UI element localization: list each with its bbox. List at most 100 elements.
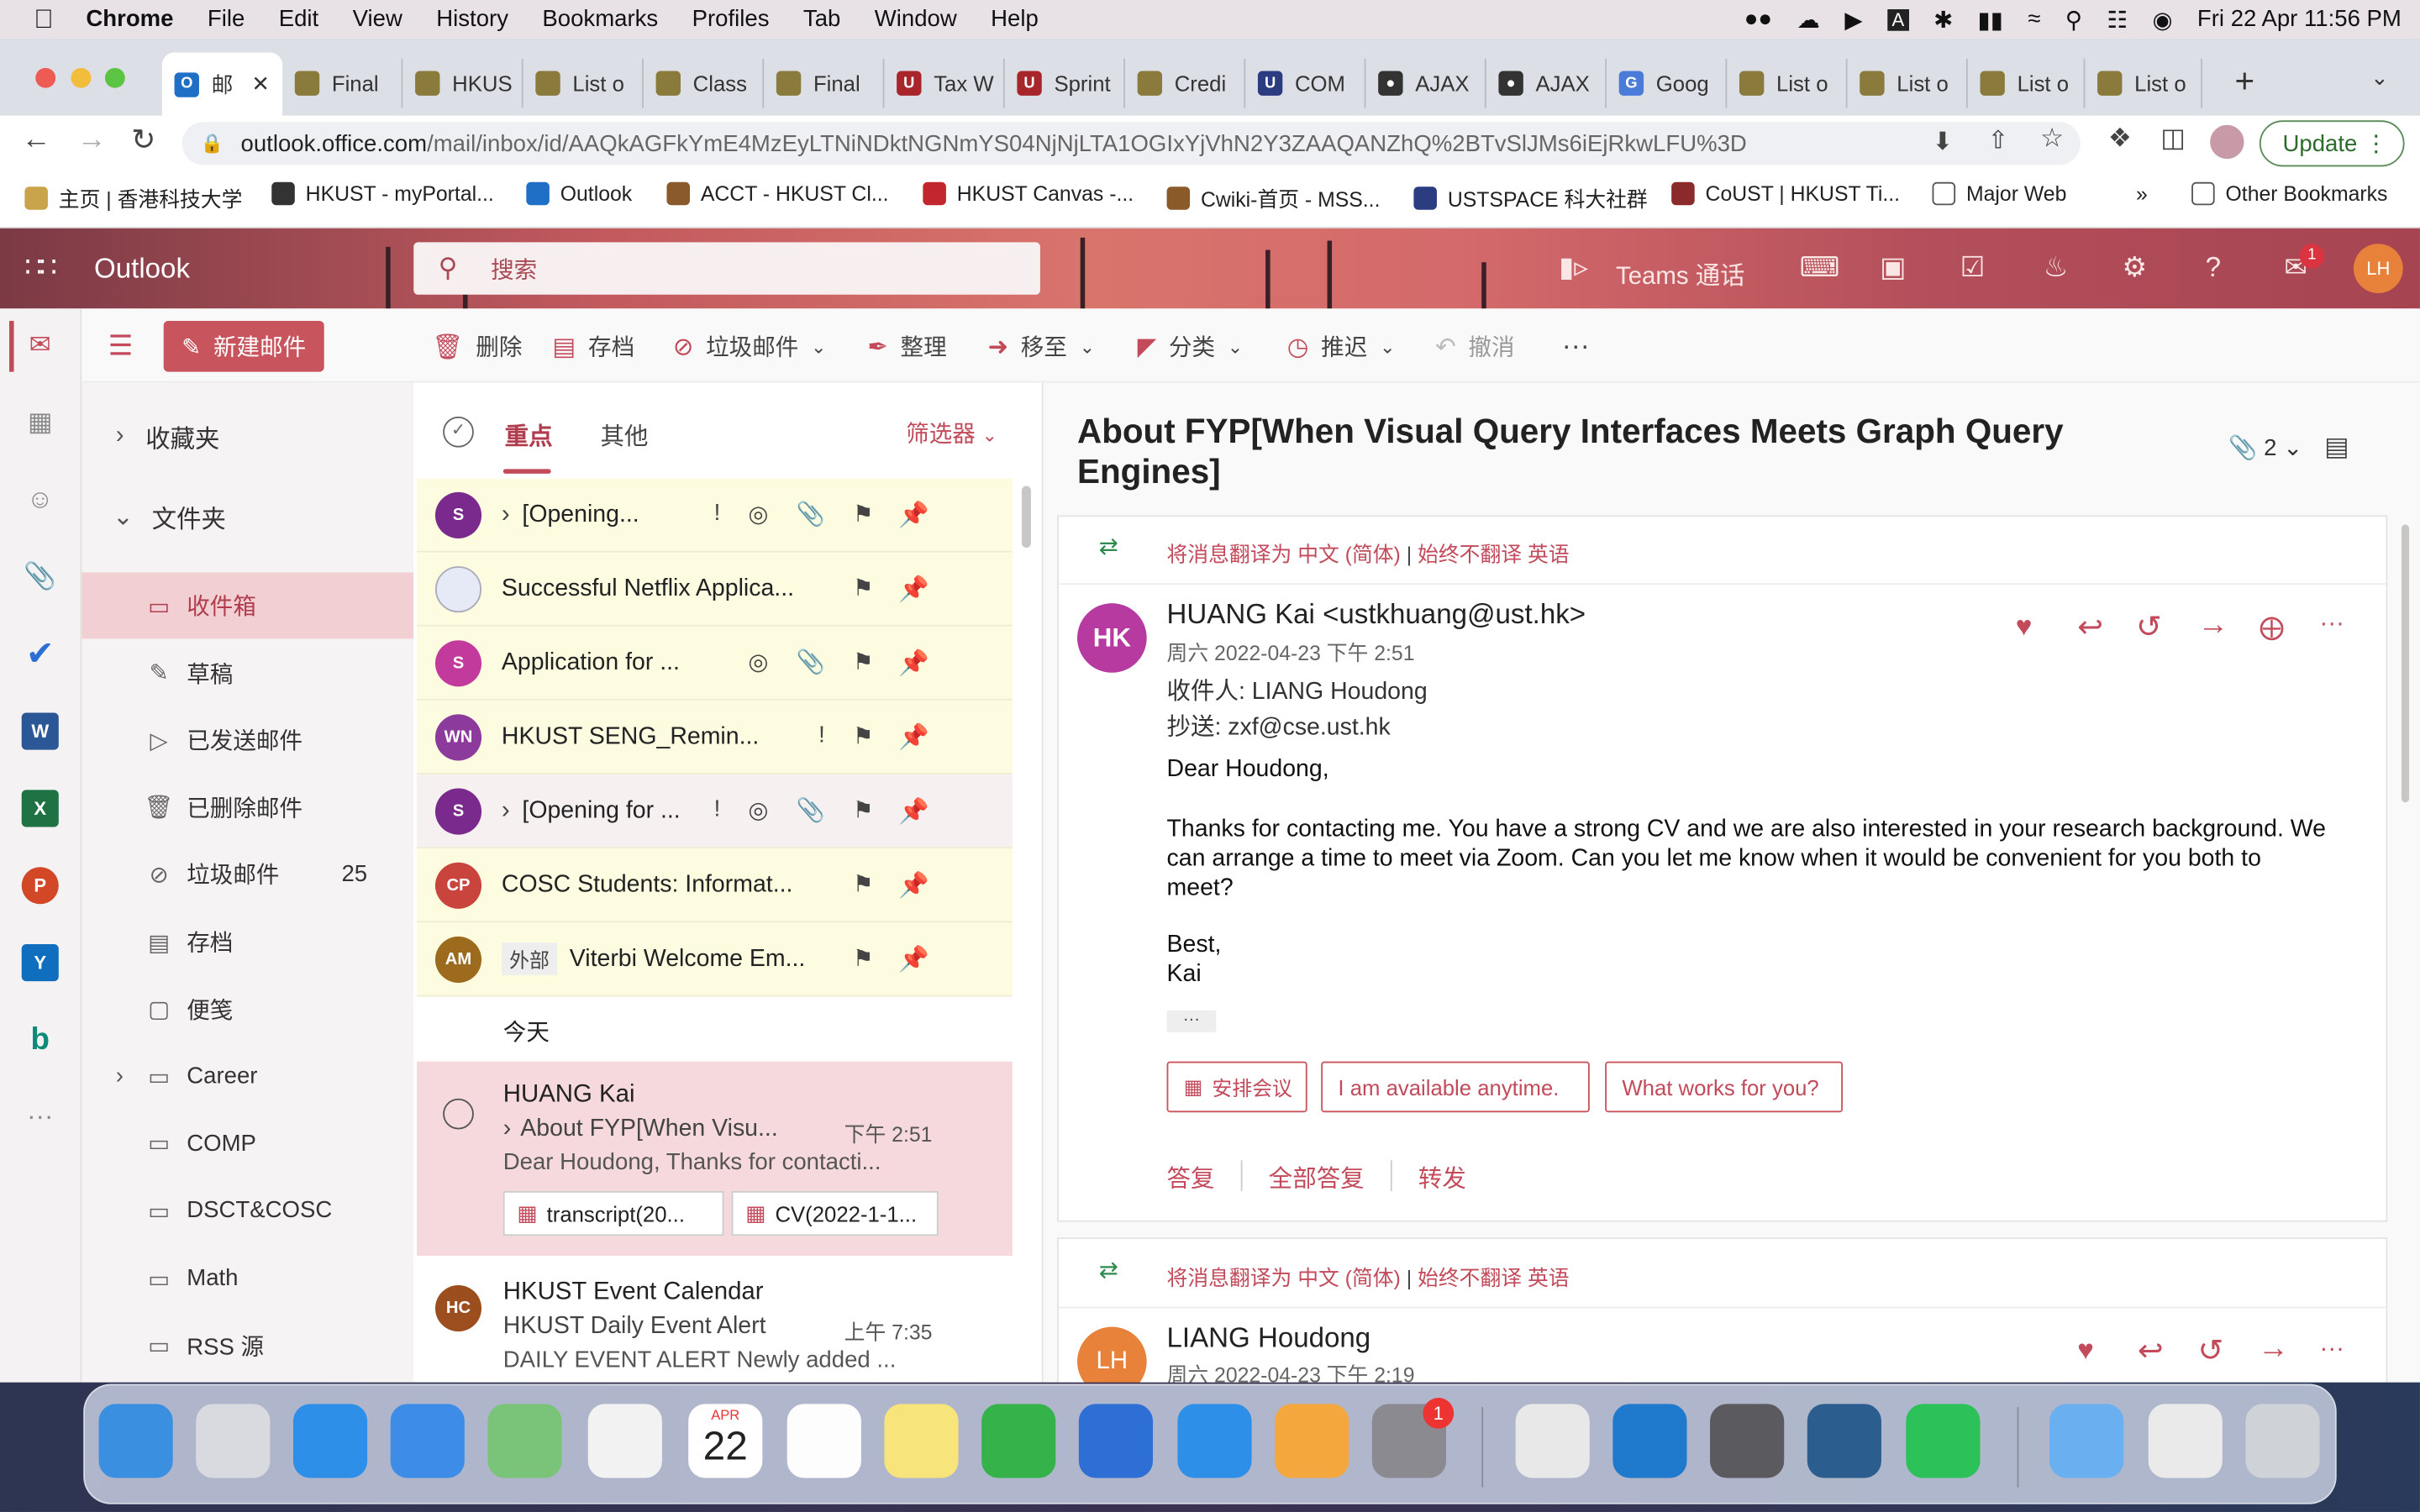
spotlight-icon[interactable]: ⚲ [2065, 5, 2082, 33]
like-icon[interactable]: ♥ [2016, 611, 2033, 643]
attachment-chip[interactable]: ▦ CV(2022-1-1... [731, 1190, 939, 1236]
browser-tab[interactable]: List o [1968, 58, 2086, 108]
trash-icon[interactable] [2245, 1404, 2320, 1478]
categorize-button[interactable]: ◤ 分类 ⌄ [1138, 330, 1244, 363]
update-button[interactable]: Update ⋮ [2259, 120, 2405, 167]
list-scrollbar[interactable] [1021, 486, 1031, 549]
menu-view[interactable]: View [335, 6, 419, 32]
word-icon[interactable]: W [21, 712, 59, 750]
tab-other[interactable]: 其他 [600, 418, 648, 452]
list-item[interactable]: Successful Netflix Applica... ⚑ 📌 [416, 552, 1013, 627]
chevron-right-icon[interactable]: › [502, 797, 510, 825]
move-button[interactable]: ➜ 移至 ⌄ [987, 330, 1095, 363]
flag-icon[interactable]: ⚑ [853, 796, 874, 824]
reply-icon[interactable]: ↩ [2138, 1331, 2164, 1370]
app-store-icon[interactable] [1177, 1404, 1252, 1478]
more-options-icon[interactable]: ··· [2320, 611, 2344, 638]
video-call-icon[interactable]: ▮▹ [1559, 251, 1588, 284]
sender-name[interactable]: LIANG Houdong [1167, 1322, 1371, 1355]
reply-all-link[interactable]: 全部答复 [1269, 1160, 1365, 1194]
tab-search-icon[interactable]: ⌄ [2370, 65, 2389, 91]
chat-icon[interactable]: ⌨ [1800, 251, 1840, 284]
menu-app[interactable]: Chrome [69, 6, 191, 32]
menubar-clock[interactable]: Fri 22 Apr 11:56 PM [2197, 6, 2402, 32]
bookmark-item[interactable]: USTSPACE 科大社群 [1413, 182, 1648, 213]
play-icon[interactable]: ▶ [1844, 5, 1862, 33]
chevron-right-icon[interactable]: › [502, 501, 510, 528]
delete-button[interactable]: 🗑 删除 [432, 330, 522, 363]
finder-icon[interactable] [98, 1404, 173, 1478]
junk-button[interactable]: ⊘ 垃圾邮件 ⌄ [673, 330, 827, 363]
list-item[interactable]: AM 外部 Viterbi Welcome Em... ⚑ 📌 [416, 922, 1013, 997]
forward-icon[interactable]: → [2258, 1331, 2289, 1367]
menu-edit[interactable]: Edit [262, 6, 336, 32]
wechat-icon[interactable] [1906, 1404, 1981, 1478]
menu-window[interactable]: Window [858, 6, 974, 32]
flag-icon[interactable]: ⚑ [853, 500, 874, 528]
sidepanel-icon[interactable]: ◫ [2160, 123, 2186, 155]
pin-icon[interactable]: 📌 [898, 722, 929, 753]
tab-focused[interactable]: 重点 [505, 418, 553, 452]
folder-item[interactable]: 🗑 已删除邮件 [82, 774, 413, 841]
office-icon[interactable]: ▣ [1880, 251, 1906, 284]
input-source-icon[interactable]: A [1886, 8, 1909, 30]
bell-icon[interactable]: ♨ [2044, 251, 2069, 284]
reply-all-icon[interactable]: ↺ [2197, 1331, 2223, 1370]
browser-tab[interactable]: List o [523, 58, 644, 108]
folder-item[interactable]: ▭ RSS 源 [82, 1312, 413, 1378]
bookmark-item[interactable]: Outlook [526, 181, 632, 206]
forward-icon[interactable]: → [77, 123, 107, 157]
flag-icon[interactable]: ⚑ [853, 574, 874, 601]
flag-icon[interactable]: ⚑ [853, 722, 874, 749]
more-apps-icon[interactable]: ··· [22, 1099, 59, 1136]
tableplus-icon[interactable] [1710, 1404, 1785, 1478]
user-avatar[interactable]: LH [2353, 244, 2403, 293]
sender-avatar[interactable]: HK [1077, 603, 1147, 673]
wechat-status-icon[interactable]: ●● [1744, 6, 1772, 32]
flag-icon[interactable]: ⚑ [853, 944, 874, 972]
list-item[interactable]: S Application for ... ◎ 📎 ⚑ 📌 [416, 626, 1013, 701]
favorites-toggle[interactable]: › 收藏夹 [82, 402, 413, 469]
wifi-icon[interactable]: ≈ [2028, 6, 2040, 32]
folder-item[interactable]: ▤ 存档 [82, 909, 413, 975]
reply-all-icon[interactable]: ↺ [2136, 608, 2162, 647]
bookmark-item[interactable]: 主页 | 香港科技大学 [24, 182, 242, 213]
people-icon[interactable]: ☺ [22, 481, 59, 518]
folder-item[interactable]: ▭ 收件箱 [82, 572, 414, 639]
translate-link[interactable]: 将消息翻译为 中文 (简体) [1167, 543, 1401, 567]
gear-icon[interactable]: ⚙ [2122, 251, 2147, 284]
folder-item[interactable]: ⊘ 垃圾邮件 25 [82, 842, 413, 908]
undo-button[interactable]: ↶ 撤消 [1435, 330, 1514, 363]
back-icon[interactable]: ← [22, 123, 51, 157]
immersive-reader-icon[interactable]: ▤ [2324, 432, 2349, 463]
yammer-icon[interactable]: Y [21, 944, 59, 982]
chrome-icon[interactable] [1515, 1404, 1590, 1478]
download-icon[interactable]: ⬇ [1933, 127, 1954, 158]
numbers-icon[interactable] [981, 1404, 1056, 1478]
pin-icon[interactable]: 📌 [898, 944, 929, 975]
preview-icon[interactable] [2148, 1404, 2223, 1478]
browser-tab[interactable]: U COM [1245, 58, 1366, 108]
folder-item[interactable]: ▭ COMP [82, 1110, 413, 1177]
keynote-icon[interactable] [1078, 1404, 1154, 1478]
menu-profiles[interactable]: Profiles [675, 6, 786, 32]
browser-tab[interactable]: List o [2085, 58, 2202, 108]
browser-tab[interactable]: HKUS [402, 58, 523, 108]
bookmark-item[interactable]: HKUST - myPortal... [271, 181, 494, 206]
list-item[interactable]: CP COSC Students: Informat... ⚑ 📌 [416, 848, 1013, 923]
chevron-right-icon[interactable]: › [116, 1063, 124, 1089]
reading-scrollbar[interactable] [2401, 524, 2410, 803]
maps-icon[interactable] [487, 1404, 562, 1478]
control-center-icon[interactable]: ☷ [2107, 5, 2128, 33]
powerpoint-icon[interactable]: P [21, 867, 59, 905]
translate-link[interactable]: 将消息翻译为 中文 (简体) [1167, 1267, 1401, 1290]
extensions-icon[interactable]: ❖ [2108, 123, 2132, 155]
menu-file[interactable]: File [191, 6, 262, 32]
bookmark-item[interactable]: CoUST | HKUST Ti... [1671, 181, 1900, 206]
browser-tab[interactable]: Class [644, 58, 765, 108]
folder-item[interactable]: ▭ Math [82, 1245, 413, 1311]
sweep-button[interactable]: ✒ 整理 [867, 330, 946, 363]
bookmark-folder[interactable]: Major Web [1932, 181, 2066, 206]
list-item[interactable]: WN HKUST SENG_Remin...! ⚑ 📌 [416, 700, 1013, 775]
folders-toggle[interactable]: ⌄ 文件夹 [82, 483, 413, 549]
